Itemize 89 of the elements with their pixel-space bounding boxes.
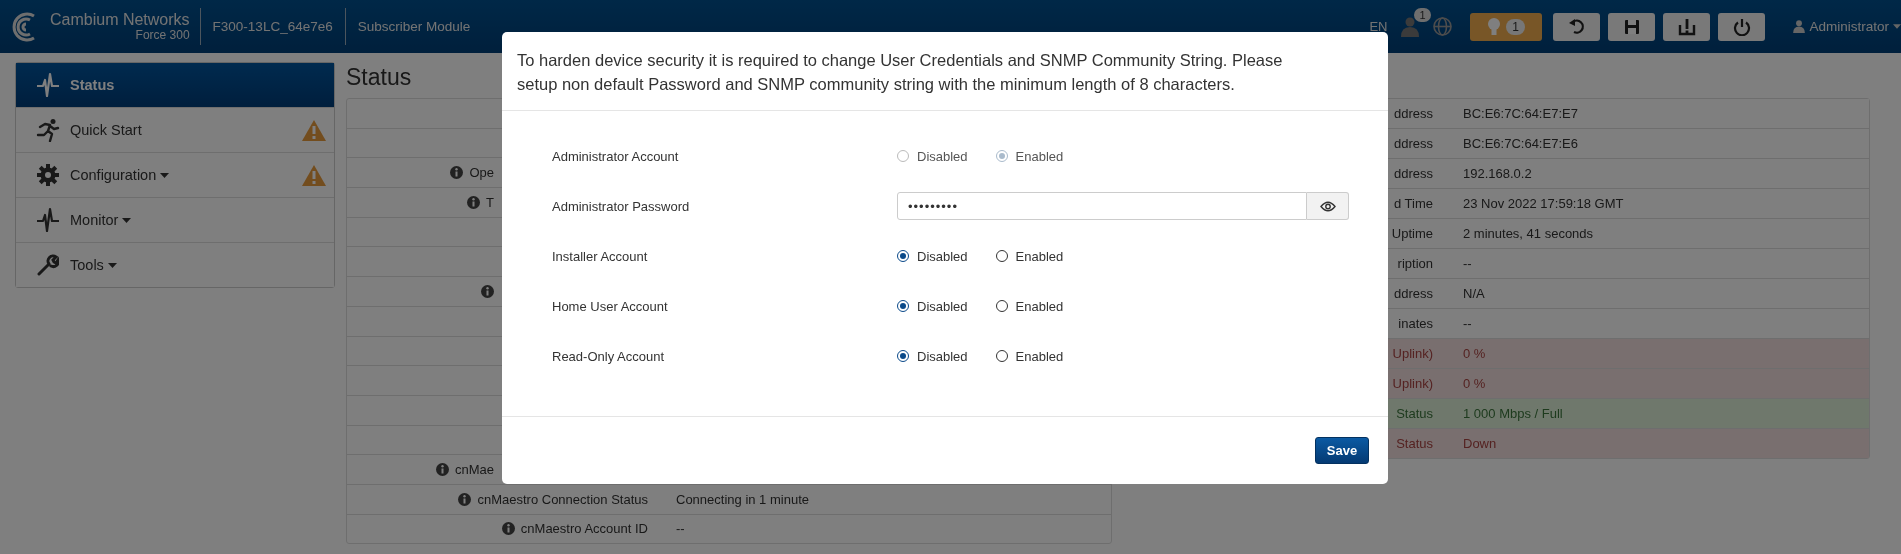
power-icon [1732, 17, 1751, 36]
sidebar-item[interactable]: Status [16, 63, 334, 108]
user-icon [1793, 20, 1806, 33]
undo-icon [1567, 17, 1586, 36]
field-value: N/A [1462, 286, 1485, 301]
field-label: ddress [1393, 136, 1433, 151]
info-icon [501, 522, 515, 536]
caret-icon [1893, 24, 1901, 29]
lightbulb-icon [1488, 17, 1501, 36]
info-icon [450, 166, 464, 180]
alert-button[interactable] [1663, 12, 1711, 41]
field-label: cnMaestro Account ID [520, 521, 648, 537]
info-icon [467, 195, 481, 209]
field-label: Installer Account [552, 248, 649, 264]
field-label: Read-Only Account [552, 348, 665, 364]
field-label: T [486, 194, 494, 210]
power-button[interactable] [1718, 12, 1766, 41]
field-label: Status [1396, 406, 1433, 421]
password-field[interactable]: ••••••••• [897, 192, 1307, 220]
field-value: 0 % [1462, 376, 1486, 391]
dialog-message: To harden device security it is required to change User Credentials and SNMP Community String. Please setup non default Password and SNMP community string with the minimum length of 8 characters. [517, 50, 1284, 95]
field-value: 1 000 Mbps / Full [1462, 406, 1563, 421]
field-value: BC:E6:7C:64:E7:E7 [1462, 106, 1578, 121]
field-label: Status [1396, 436, 1433, 451]
caret-icon [107, 262, 117, 268]
radio-button[interactable] [995, 350, 1008, 362]
device-role: Subscriber Module [356, 18, 472, 36]
field-value: Connecting in 1 minute [675, 491, 809, 507]
info-icon [481, 284, 494, 298]
gear-icon [37, 164, 59, 186]
info-icon [458, 492, 472, 506]
field-label: cnMae [454, 462, 494, 478]
radio-label[interactable]: Disabled [917, 298, 968, 314]
field-value: -- [1462, 316, 1472, 331]
radio-button[interactable] [995, 300, 1008, 312]
field-label: Uptime [1391, 226, 1433, 241]
field-label: ddress [1393, 286, 1433, 301]
info-icon [435, 463, 449, 477]
warning-icon [302, 119, 326, 141]
running-person-icon [36, 118, 60, 142]
device-alert-icon [1677, 17, 1696, 36]
field-label: Uplink) [1392, 346, 1433, 361]
radio-label[interactable]: Enabled [1015, 348, 1064, 364]
field-label: ddress [1393, 166, 1433, 181]
field-label: Uplink) [1392, 376, 1433, 391]
model-name: Force 300 [135, 28, 190, 42]
eye-icon [1319, 200, 1336, 212]
show-password-button[interactable] [1307, 192, 1349, 220]
radio-button[interactable] [897, 350, 909, 362]
user-icon [1401, 16, 1420, 37]
radio-label[interactable]: Disabled [917, 248, 968, 264]
radio-label[interactable]: Enabled [1015, 248, 1064, 264]
alerts-button[interactable]: 1 [1470, 12, 1543, 41]
field-value: 0 % [1462, 346, 1486, 361]
field-label: inates [1398, 316, 1433, 331]
field-value: Down [1462, 436, 1497, 451]
wrench-icon [37, 254, 59, 276]
field-label: d Time [1394, 196, 1433, 211]
save-button[interactable] [1608, 12, 1656, 41]
field-value: 192.168.0.2 [1462, 166, 1532, 181]
globe-icon [1433, 17, 1453, 36]
undo-button[interactable] [1553, 12, 1601, 41]
field-label: Home User Account [552, 298, 669, 314]
field-label: ription [1397, 256, 1433, 271]
field-value: -- [1462, 256, 1472, 271]
save-button[interactable]: Save [1315, 437, 1369, 464]
caret-icon [160, 172, 170, 178]
field-label: Ope [469, 165, 494, 181]
radio-button[interactable] [897, 250, 909, 262]
field-value: BC:E6:7C:64:E7:E6 [1462, 136, 1578, 151]
field-label: cnMaestro Connection Status [477, 491, 648, 507]
radio-label[interactable]: Enabled [1015, 298, 1064, 314]
radio-button[interactable] [897, 300, 909, 312]
field-label: Administrator Password [552, 198, 691, 214]
caret-icon [122, 217, 132, 223]
field-value: 2 minutes, 41 seconds [1462, 226, 1594, 241]
brand-name: Cambium Networks [50, 11, 190, 29]
field-label: Administrator Account [552, 148, 680, 164]
pulse-icon [37, 72, 59, 98]
radio-button[interactable] [995, 250, 1008, 262]
count-badge: 1 [1414, 7, 1431, 22]
warning-icon [302, 164, 326, 186]
field-label: ddress [1393, 106, 1433, 121]
field-value: -- [675, 521, 685, 537]
device-name: F300-13LC_64e7e6 [200, 8, 346, 45]
field-value: 23 Nov 2022 17:59:18 GMT [1462, 196, 1624, 211]
page-title: Status [346, 63, 412, 92]
pulse-icon [37, 207, 59, 233]
radio-label[interactable]: Disabled [917, 348, 968, 364]
